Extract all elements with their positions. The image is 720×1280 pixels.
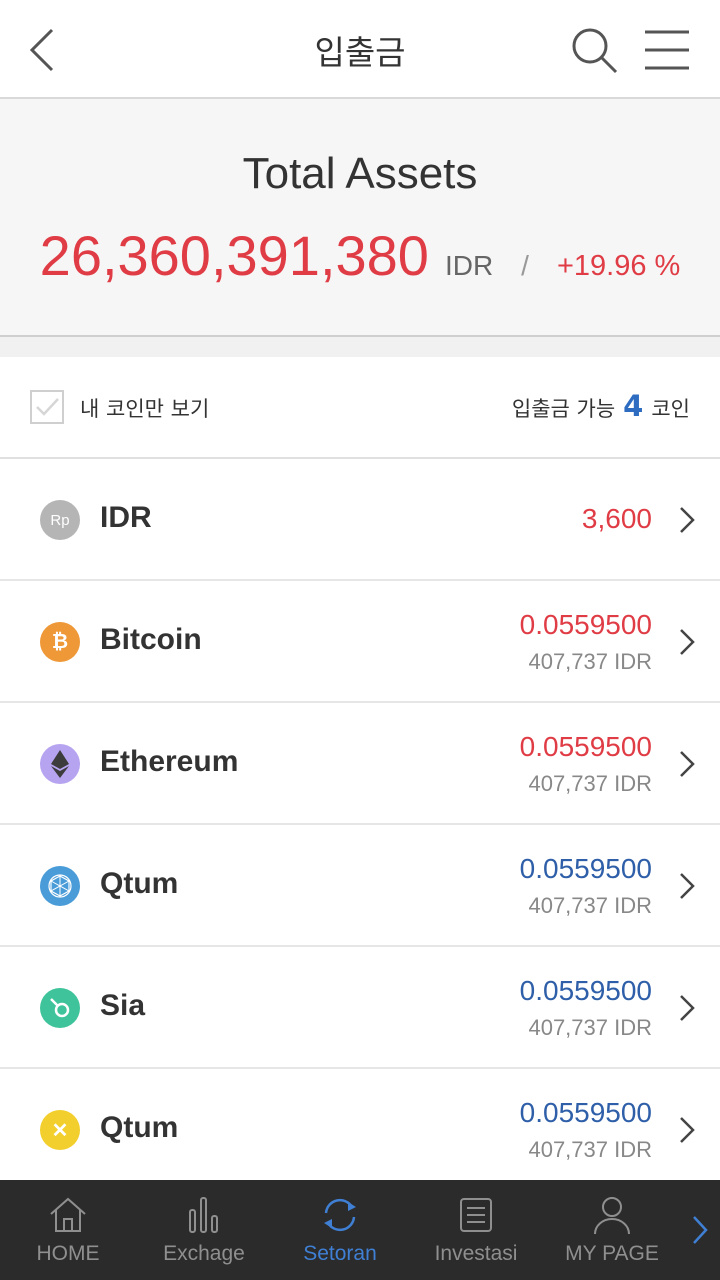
total-assets-value: 26,360,391,380 IDR / +19.96 % bbox=[0, 223, 720, 288]
coin-row-ethereum[interactable]: Ethereum 0.0559500 407,737 IDR bbox=[0, 703, 720, 825]
total-amount: 26,360,391,380 bbox=[39, 224, 429, 287]
search-button[interactable] bbox=[570, 26, 620, 76]
nav-exchange-label: Exchage bbox=[163, 1242, 245, 1265]
bottom-nav: HOME Exchage Setoran Investasi MY PAGE bbox=[0, 1180, 720, 1280]
refresh-icon bbox=[324, 1198, 356, 1232]
nav-investasi-label: Investasi bbox=[434, 1242, 518, 1265]
top-header: 입출금 bbox=[0, 0, 720, 99]
filter-row: 내 코인만 보기 입출금 가능 4 코인 bbox=[0, 357, 720, 459]
rupiah-icon: Rp bbox=[40, 500, 80, 540]
coin-amount: 0.0559500 bbox=[519, 609, 652, 640]
user-icon bbox=[594, 1197, 630, 1235]
nav-my-page[interactable]: MY PAGE bbox=[544, 1180, 680, 1280]
hamburger-menu-icon bbox=[645, 30, 689, 70]
document-icon bbox=[460, 1198, 492, 1232]
sia-icon bbox=[40, 988, 80, 1028]
coin-amount: 0.0559500 bbox=[519, 731, 652, 762]
coin-idr-value: 407,737 IDR bbox=[528, 649, 652, 674]
separator: / bbox=[521, 250, 529, 281]
coin-amount: 0.0559500 bbox=[519, 1097, 652, 1128]
section-gap bbox=[0, 337, 720, 357]
total-assets-summary: Total Assets 26,360,391,380 IDR / +19.96… bbox=[0, 99, 720, 337]
chevron-right-icon bbox=[680, 995, 695, 1021]
chevron-right-icon bbox=[680, 751, 695, 777]
nav-my-page-label: MY PAGE bbox=[565, 1242, 659, 1265]
menu-button[interactable] bbox=[643, 28, 691, 72]
coin-row-x-coin[interactable]: ✕ Qtum 0.0559500 407,737 IDR bbox=[0, 1069, 720, 1191]
home-icon bbox=[50, 1197, 86, 1232]
coin-idr-value: 407,737 IDR bbox=[528, 893, 652, 918]
coin-idr-value: 407,737 IDR bbox=[528, 1137, 652, 1162]
available-prefix: 입출금 가능 bbox=[511, 397, 616, 421]
coin-name: IDR bbox=[100, 501, 152, 534]
coin-name: Sia bbox=[100, 989, 146, 1022]
available-count: 4 bbox=[623, 389, 644, 423]
coin-name: Qtum bbox=[100, 867, 179, 900]
nav-setoran[interactable]: Setoran bbox=[272, 1180, 408, 1280]
ethereum-icon bbox=[40, 744, 80, 784]
nav-exchange[interactable]: Exchage bbox=[136, 1180, 272, 1280]
coin-name: Bitcoin bbox=[100, 623, 202, 656]
available-coins-count: 입출금 가능 4 코인 bbox=[512, 389, 690, 423]
coin-idr-value: 407,737 IDR bbox=[528, 771, 652, 796]
chevron-right-icon bbox=[680, 873, 695, 899]
qtum-icon bbox=[40, 866, 80, 906]
chevron-right-icon bbox=[680, 507, 695, 533]
coin-row-qtum[interactable]: Qtum 0.0559500 407,737 IDR bbox=[0, 825, 720, 947]
profit-rate: +19.96 % bbox=[556, 250, 681, 282]
coin-list: Rp IDR 3,600 ₿ Bitcoin 0.0559500 407,737… bbox=[0, 459, 720, 1191]
coin-row-idr[interactable]: Rp IDR 3,600 bbox=[0, 459, 720, 581]
total-assets-label: Total Assets bbox=[242, 149, 478, 198]
check-icon bbox=[36, 398, 59, 416]
bitcoin-icon: ₿ bbox=[40, 622, 80, 662]
nav-home-label: HOME bbox=[36, 1242, 100, 1265]
bar-chart-icon bbox=[189, 1197, 218, 1233]
coin-amount: 0.0559500 bbox=[519, 975, 652, 1006]
chevron-right-icon bbox=[680, 1117, 695, 1143]
coin-row-bitcoin[interactable]: ₿ Bitcoin 0.0559500 407,737 IDR bbox=[0, 581, 720, 703]
available-suffix: 코인 bbox=[651, 397, 690, 421]
nav-more-button[interactable] bbox=[680, 1180, 720, 1280]
nav-investasi[interactable]: Investasi bbox=[408, 1180, 544, 1280]
my-coins-only-label[interactable]: 내 코인만 보기 bbox=[80, 393, 209, 423]
search-icon bbox=[572, 28, 618, 74]
chevron-right-icon bbox=[693, 1216, 708, 1244]
chevron-right-icon bbox=[680, 629, 695, 655]
nav-setoran-label: Setoran bbox=[303, 1242, 377, 1265]
coin-name: Ethereum bbox=[100, 745, 239, 778]
nav-home[interactable]: HOME bbox=[0, 1180, 136, 1280]
x-coin-icon: ✕ bbox=[40, 1110, 80, 1150]
total-currency: IDR bbox=[444, 250, 494, 281]
coin-amount: 3,600 bbox=[581, 503, 652, 534]
coin-name: Qtum bbox=[100, 1111, 179, 1144]
coin-row-sia[interactable]: Sia 0.0559500 407,737 IDR bbox=[0, 947, 720, 1069]
coin-amount: 0.0559500 bbox=[519, 853, 652, 884]
coin-idr-value: 407,737 IDR bbox=[528, 1015, 652, 1040]
my-coins-only-checkbox[interactable] bbox=[30, 390, 64, 424]
